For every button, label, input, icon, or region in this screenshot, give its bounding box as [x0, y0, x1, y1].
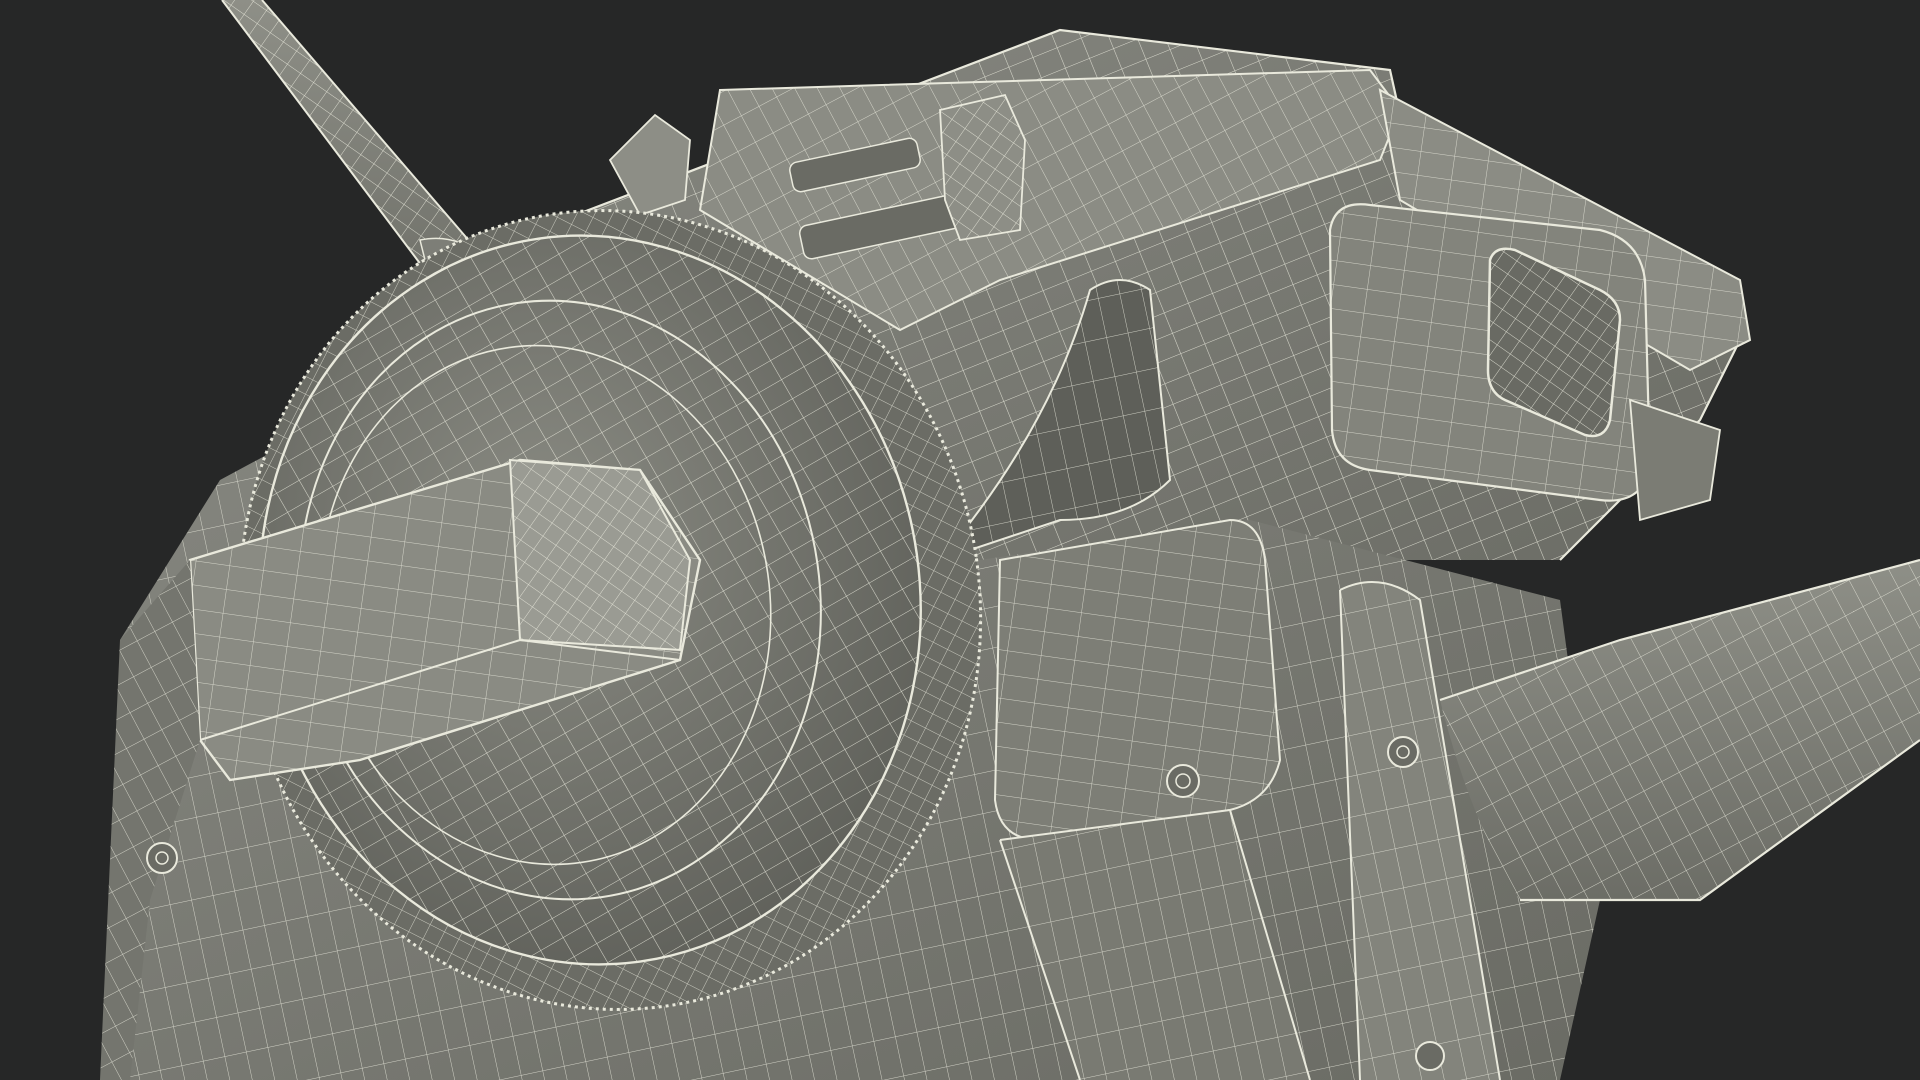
- screw-icon: [1415, 1041, 1445, 1071]
- screw-icon: [1166, 764, 1200, 798]
- side-panel: [993, 518, 1282, 842]
- screw-icon: [146, 842, 178, 874]
- screw-icon: [1387, 736, 1419, 768]
- render-viewport: [0, 0, 1920, 1080]
- wireframe-scene: [0, 0, 1920, 1080]
